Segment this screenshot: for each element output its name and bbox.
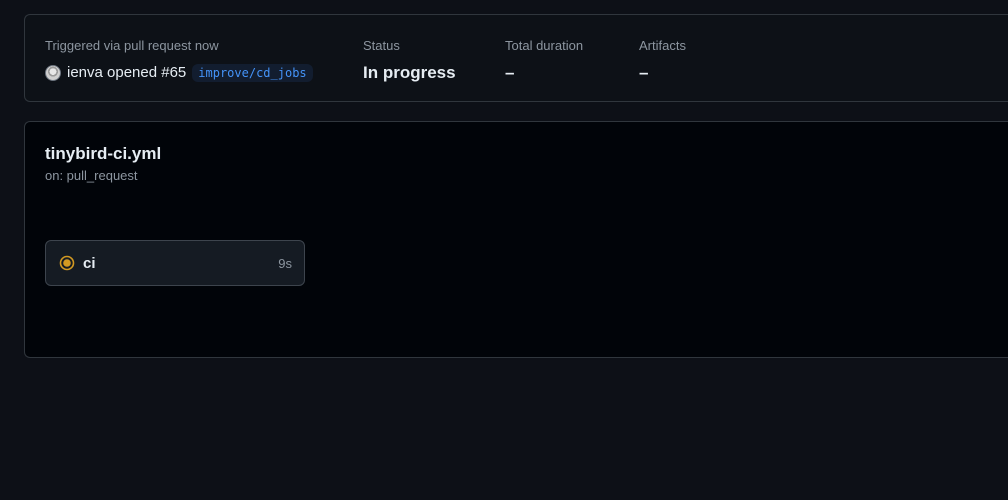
artifacts-value: – [639,63,649,82]
workflow-file-name[interactable]: tinybird-ci.yml [45,144,161,164]
duration-label: Total duration [505,38,584,53]
trigger-action-link[interactable]: opened #65 [107,64,186,81]
status-value: In progress [363,63,456,82]
workflow-graph-card: tinybird-ci.yml on: pull_request ci 9s [24,121,1008,358]
status-section: Status In progress [363,38,456,83]
trigger-label: Triggered via pull request now [45,38,219,53]
duration-value: – [505,63,515,82]
in-progress-icon [59,255,75,271]
avatar[interactable] [45,65,61,81]
duration-section: Total duration – [505,38,583,83]
status-label: Status [363,38,400,53]
job-card-ci[interactable]: ci 9s [45,240,305,286]
trigger-user-link[interactable]: ienva [67,64,103,81]
branch-label[interactable]: improve/cd_jobs [192,64,313,82]
run-summary-card: Triggered via pull request now ienva ope… [24,14,1008,102]
workflow-trigger-event: on: pull_request [45,168,138,183]
job-duration: 9s [278,255,292,271]
trigger-section: Triggered via pull request now ienva ope… [45,38,313,83]
job-name: ci [83,254,96,272]
trigger-info: ienva opened #65 improve/cd_jobs [45,63,313,83]
artifacts-label: Artifacts [639,38,686,53]
artifacts-section: Artifacts – [639,38,686,83]
